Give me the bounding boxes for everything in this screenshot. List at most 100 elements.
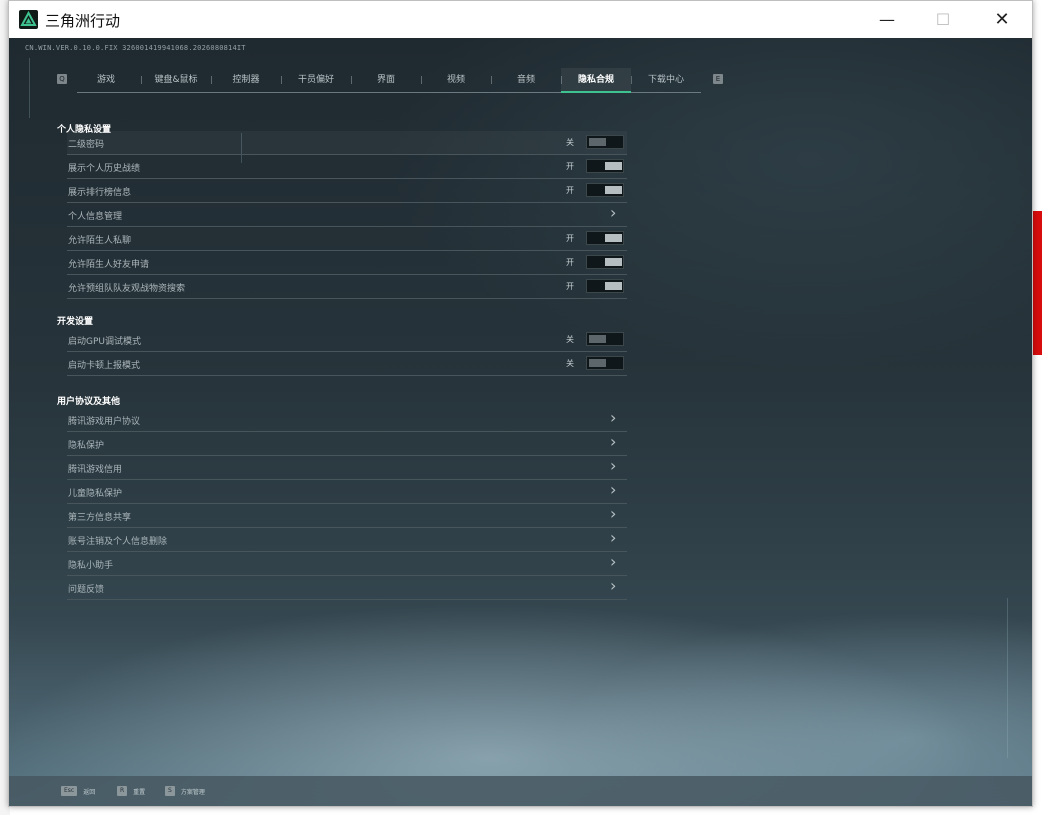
setting-label: 儿童隐私保护 (68, 489, 123, 499)
toggle-knob (605, 162, 622, 170)
bottom-hint-0[interactable]: Esc 返回 (61, 785, 95, 797)
setting-state-text: 关 (566, 335, 574, 344)
setting-row-agreements-3[interactable]: 儿童隐私保护 › (67, 480, 627, 504)
chevron-right-icon: › (610, 480, 617, 499)
toggle-switch[interactable] (586, 183, 624, 197)
setting-state-text: 开 (566, 258, 574, 267)
tab-0[interactable]: 游戏 (71, 68, 141, 92)
toggle-switch[interactable] (586, 159, 624, 173)
setting-row-agreements-6[interactable]: 隐私小助手 › (67, 552, 627, 576)
setting-label: 隐私小助手 (68, 561, 114, 571)
setting-label: 启动卡顿上报模式 (68, 361, 141, 371)
tab-3[interactable]: 干员偏好 (281, 68, 351, 92)
decorative-line (1007, 598, 1008, 758)
chevron-right-icon: › (610, 432, 617, 451)
tab-5[interactable]: 视频 (421, 68, 491, 92)
tab-7[interactable]: 隐私合规 (561, 68, 631, 93)
setting-label: 账号注销及个人信息删除 (68, 537, 168, 547)
hint-text: 返回 (83, 788, 96, 796)
bottom-hint-1[interactable]: R 重置 (117, 785, 145, 797)
hint-key: R (117, 786, 128, 796)
toggle-switch[interactable] (586, 332, 624, 346)
background-app-red-panel (1032, 211, 1042, 355)
minimize-button[interactable]: — (858, 1, 916, 38)
setting-label: 个人信息管理 (68, 212, 123, 222)
tab-next-key[interactable]: E (713, 74, 723, 84)
setting-label: 二级密码 (68, 140, 105, 150)
chevron-right-icon: › (610, 408, 617, 427)
close-button[interactable]: ✕ (973, 1, 1031, 38)
toggle-switch[interactable] (586, 231, 624, 245)
hint-key: Esc (61, 786, 78, 796)
setting-row-privacy-4[interactable]: 允许陌生人私聊 开 (67, 227, 627, 251)
title-bar[interactable]: 三角洲行动 — ☐ ✕ (9, 1, 1032, 38)
bottom-hint-bar: Esc 返回 R 重置 S 方案管理 (9, 776, 1032, 806)
setting-row-privacy-5[interactable]: 允许陌生人好友申请 开 (67, 251, 627, 275)
tab-prev-key[interactable]: Q (57, 74, 67, 84)
game-viewport: CN.WIN.VER.0.10.0.FIX 326001419941068.20… (9, 38, 1032, 806)
toggle-knob (589, 359, 606, 367)
chevron-right-icon: › (610, 203, 617, 222)
game-window: 三角洲行动 — ☐ ✕ CN.WIN.VER.0.10.0.FIX 326001… (8, 0, 1033, 807)
setting-row-privacy-1[interactable]: 展示个人历史战绩 开 (67, 155, 627, 179)
toggle-knob (589, 138, 606, 146)
setting-row-privacy-6[interactable]: 允许预组队队友观战物资搜索 开 (67, 275, 627, 299)
setting-label: 第三方信息共享 (68, 513, 132, 523)
setting-label: 问题反馈 (68, 585, 105, 595)
setting-state-text: 开 (566, 162, 574, 171)
setting-label: 允许陌生人好友申请 (68, 260, 150, 270)
decorative-line (29, 58, 30, 118)
setting-row-privacy-0[interactable]: 二级密码 关 (67, 131, 627, 155)
setting-row-agreements-1[interactable]: 隐私保护 › (67, 432, 627, 456)
setting-state-text: 开 (566, 234, 574, 243)
chevron-right-icon: › (610, 456, 617, 475)
tab-6[interactable]: 音频 (491, 68, 561, 92)
hint-key: S (165, 786, 175, 796)
chevron-right-icon: › (610, 504, 617, 523)
window-title: 三角洲行动 (45, 12, 121, 30)
setting-label: 启动GPU调试模式 (68, 337, 141, 347)
section-title-agreements: 用户协议及其他 (57, 397, 121, 407)
toggle-knob (589, 335, 606, 343)
setting-label: 腾讯游戏用户协议 (68, 417, 141, 427)
section-title-developer: 开发设置 (57, 317, 94, 327)
toggle-switch[interactable] (586, 279, 624, 293)
setting-label: 允许陌生人私聊 (68, 236, 132, 246)
setting-row-privacy-3[interactable]: 个人信息管理 › (67, 203, 627, 227)
setting-state-text: 开 (566, 282, 574, 291)
bottom-hint-2[interactable]: S 方案管理 (165, 785, 205, 797)
setting-row-agreements-0[interactable]: 腾讯游戏用户协议 › (67, 408, 627, 432)
setting-state-text: 关 (566, 138, 574, 147)
toggle-knob (605, 186, 622, 194)
settings-tab-bar: 游戏 键盘&鼠标 控制器 干员偏好 界面 视频 音频 隐私合规 下载中心 (77, 68, 701, 93)
tab-8[interactable]: 下载中心 (631, 68, 701, 92)
toggle-switch[interactable] (586, 135, 624, 149)
setting-row-agreements-5[interactable]: 账号注销及个人信息删除 › (67, 528, 627, 552)
toggle-switch[interactable] (586, 255, 624, 269)
toggle-knob (605, 234, 622, 242)
setting-label: 隐私保护 (68, 441, 105, 451)
toggle-knob (605, 282, 622, 290)
toggle-knob (605, 258, 622, 266)
setting-row-agreements-7[interactable]: 问题反馈 › (67, 576, 627, 600)
chevron-right-icon: › (610, 552, 617, 571)
setting-row-agreements-2[interactable]: 腾讯游戏信用 › (67, 456, 627, 480)
tab-1[interactable]: 键盘&鼠标 (141, 68, 211, 92)
setting-label: 腾讯游戏信用 (68, 465, 123, 475)
setting-row-agreements-4[interactable]: 第三方信息共享 › (67, 504, 627, 528)
maximize-button[interactable]: ☐ (914, 1, 972, 38)
chevron-right-icon: › (610, 528, 617, 547)
setting-label: 允许预组队队友观战物资搜索 (68, 284, 186, 294)
setting-row-developer-1[interactable]: 启动卡顿上报模式 关 (67, 352, 627, 376)
setting-row-developer-0[interactable]: 启动GPU调试模式 关 (67, 328, 627, 352)
chevron-right-icon: › (610, 576, 617, 595)
setting-label: 展示个人历史战绩 (68, 164, 141, 174)
toggle-switch[interactable] (586, 356, 624, 370)
setting-state-text: 开 (566, 186, 574, 195)
setting-row-privacy-2[interactable]: 展示排行榜信息 开 (67, 179, 627, 203)
hint-text: 重置 (133, 788, 146, 796)
hint-text: 方案管理 (180, 788, 205, 796)
setting-state-text: 关 (566, 359, 574, 368)
tab-4[interactable]: 界面 (351, 68, 421, 92)
tab-2[interactable]: 控制器 (211, 68, 281, 92)
